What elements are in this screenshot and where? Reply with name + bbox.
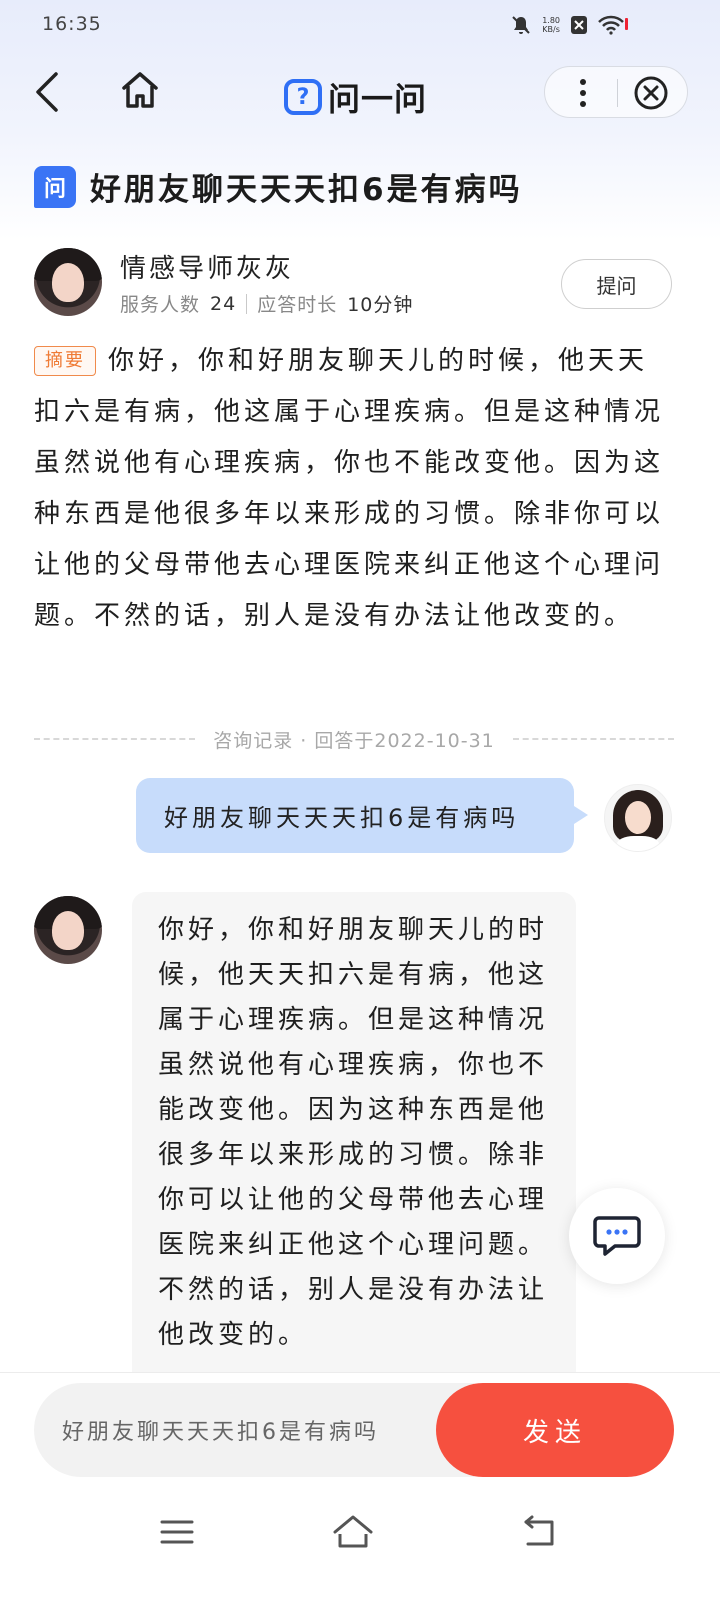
sim-x-icon [571,16,587,34]
message-input-bar: 好朋友聊天天天扣6是有病吗 发送 [0,1372,720,1491]
user-avatar-face [624,800,652,834]
avatar-face [51,262,85,303]
app-logo: ? 问一问 [284,74,427,120]
expert-name: 情感导师灰灰 [120,254,295,284]
user-avatar [604,784,672,852]
status-bar: 16:35 1.80 KB/s [0,0,720,50]
close-circle-icon[interactable] [633,75,669,111]
expert-avatar[interactable] [34,248,102,316]
network-speed-unit: KB/s [542,25,560,34]
dashed-line-right [512,738,675,740]
stats-divider [246,293,248,314]
floating-chat-button[interactable] [569,1188,665,1284]
response-time-value: 10分钟 [347,294,414,316]
more-dots-icon[interactable] [563,73,603,113]
send-button[interactable]: 发送 [436,1383,674,1477]
expert-avatar-chat[interactable] [34,896,102,964]
dashed-line-left [34,738,196,740]
menu-lines-icon[interactable] [154,1512,200,1552]
expert-answer-text: 你好，你和好朋友聊天儿的时候，他天天扣六是有病，他这属于心理疾病。但是这种情况虽… [158,915,549,1350]
brand-name: 问一问 [328,80,428,118]
battery-low-icon [625,18,628,30]
consult-record-divider: 咨询记录 · 回答于2022-10-31 [34,724,675,754]
user-message-text: 好朋友聊天天天扣6是有病吗 [164,804,520,832]
served-label: 服务人数 [120,294,201,316]
system-home-icon[interactable] [330,1512,376,1552]
question-title-row: 问 好朋友聊天天天扣6是有病吗 [34,164,523,209]
avatar-face [51,910,85,951]
status-icons: 1.80 KB/s [510,14,624,36]
back-arrow-icon[interactable] [28,68,68,116]
record-label: 咨询记录 · 回答于2022-10-31 [213,729,495,752]
home-icon[interactable] [118,68,162,112]
message-input[interactable]: 好朋友聊天天天扣6是有病吗 [34,1383,474,1477]
answer-summary: 摘要 你好，你和好朋友聊天儿的时候，他天天扣六是有病，他这属于心理疾病。但是这种情… [34,336,674,642]
network-speed: 1.80 KB/s [542,16,560,34]
question-title: 好朋友聊天天天扣6是有病吗 [90,172,523,208]
wifi-icon [598,15,624,35]
mute-bell-icon [512,16,530,34]
mini-program-capsule [544,66,688,118]
user-message-bubble: 好朋友聊天天天扣6是有病吗 [136,778,588,853]
ask-button[interactable]: 提问 [561,259,672,309]
network-speed-value: 1.80 [542,16,560,25]
chat-bubble-icon [593,1216,641,1256]
question-badge-icon: 问 [34,165,76,208]
system-back-icon[interactable] [516,1512,562,1552]
system-navigation-bar [0,1490,720,1600]
summary-tag: 摘要 [34,346,96,376]
user-avatar-body [616,836,660,851]
expert-stats: 服务人数 24 应答时长 10分钟 [120,290,413,317]
served-value: 24 [210,292,237,315]
capsule-divider [617,79,618,107]
response-time-label: 应答时长 [257,294,338,316]
summary-text: 你好，你和好朋友聊天儿的时候，他天天扣六是有病，他这属于心理疾病。但是这种情况虽… [34,346,665,631]
nav-bar: ? 问一问 [0,58,720,128]
expert-answer-bubble: 你好，你和好朋友聊天儿的时候，他天天扣六是有病，他这属于心理疾病。但是这种情况虽… [132,892,576,1412]
logo-question-icon: ? [284,79,322,115]
status-time: 16:35 [42,13,102,35]
